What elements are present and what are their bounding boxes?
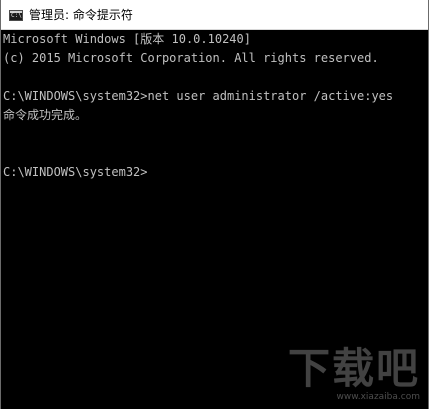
title-bar[interactable]: C:\ 管理员: 命令提示符 [1,0,428,30]
console-line: C:\WINDOWS\system32>net user administrat… [3,89,394,103]
console-line: Microsoft Windows [版本 10.0.10240] [3,32,251,46]
console-line: 命令成功完成。 [3,108,88,122]
command-prompt-line: C:\WINDOWS\system32> [3,165,148,179]
console-line: (c) 2015 Microsoft Corporation. All righ… [3,51,379,65]
watermark: 下载吧 www.xiazaiba.com [288,346,420,403]
watermark-url: www.xiazaiba.com [336,392,420,402]
console-output[interactable]: Microsoft Windows [版本 10.0.10240] (c) 20… [3,30,428,409]
command-prompt-icon: C:\ [9,10,23,21]
cmd-window: C:\ 管理员: 命令提示符 Microsoft Windows [版本 10.… [0,0,429,409]
window-title: 管理员: 命令提示符 [29,8,133,22]
watermark-logo: 下载吧 [287,344,420,393]
